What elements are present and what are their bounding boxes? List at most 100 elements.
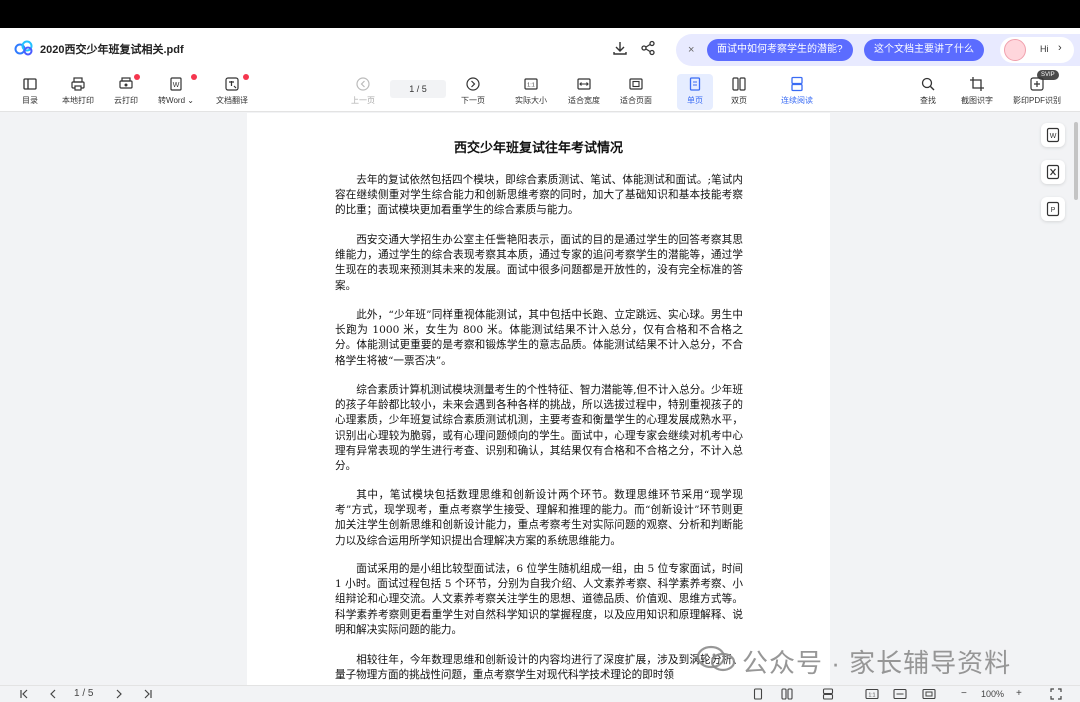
- word-icon: W: [1046, 127, 1060, 143]
- ocr-pdf-label: 影印PDF识别: [1013, 96, 1061, 105]
- continuous-reading-icon: [822, 688, 834, 700]
- wechat-logo-icon: [696, 645, 736, 672]
- side-excel-button[interactable]: [1041, 160, 1065, 184]
- bottom-fit-width-button[interactable]: [893, 688, 907, 700]
- fit-width-icon: [577, 78, 591, 90]
- single-page-button[interactable]: 单页: [677, 74, 713, 110]
- ai-suggestion-chip-1[interactable]: 面试中如何考察学生的潜能?: [707, 39, 853, 61]
- next-page-icon: [466, 77, 480, 91]
- last-page-icon: [144, 689, 152, 699]
- side-ppt-button[interactable]: P: [1041, 197, 1065, 221]
- bottom-single-page-button[interactable]: [752, 688, 764, 700]
- next-page-small-button[interactable]: [113, 688, 125, 700]
- cloud-print-button[interactable]: 云打印: [108, 74, 144, 110]
- zoom-out-button[interactable]: −: [961, 688, 967, 700]
- screenshot-crop-icon: [970, 77, 984, 91]
- document-page: 西交少年班复试往年考试情况 去年的复试依然包括四个模块，即综合素质测试、笔试、体…: [247, 113, 830, 685]
- ai-bar-close-button[interactable]: ×: [688, 43, 694, 57]
- double-page-label: 双页: [731, 96, 747, 105]
- ai-suggestion-chip-2[interactable]: 这个文档主要讲了什么: [864, 39, 984, 61]
- bottom-actual-size-button[interactable]: 1:1: [865, 688, 879, 700]
- catalog-icon: [23, 78, 37, 90]
- paragraph: 去年的复试依然包括四个模块，即综合素质测试、笔试、体能测试和面试。;笔试内容在继…: [335, 174, 743, 217]
- chevron-left-icon: [50, 689, 56, 699]
- main-toolbar: 目录 本地打印 云打印 W 转Word ⌄ 文档翻译 上一页 1 / 5 下一页…: [0, 70, 1080, 112]
- fit-width-button[interactable]: 适合宽度: [562, 74, 606, 110]
- new-feature-dot: [134, 74, 140, 80]
- fit-width-icon: [893, 688, 907, 700]
- prev-page-icon: [356, 77, 370, 91]
- bottom-fit-page-button[interactable]: [922, 688, 936, 700]
- printer-icon: [71, 77, 85, 91]
- zoom-level[interactable]: 100%: [981, 688, 1004, 700]
- local-print-label: 本地打印: [62, 96, 94, 105]
- vertical-scrollbar[interactable]: [1074, 122, 1078, 200]
- continuous-reading-button[interactable]: 连续阅读: [775, 74, 819, 110]
- svg-text:W: W: [173, 82, 180, 89]
- bottom-double-page-button[interactable]: [781, 688, 793, 700]
- next-page-label: 下一页: [461, 96, 485, 105]
- fit-page-icon: [922, 688, 936, 700]
- new-feature-dot: [243, 74, 249, 80]
- screenshot-ocr-button[interactable]: 截图识字: [955, 74, 999, 110]
- find-button[interactable]: 查找: [912, 74, 944, 110]
- paragraph: 综合素质计算机测试模块测量考生的个性特征、智力潜能等,但不计入总分。少年班的孩子…: [335, 384, 743, 473]
- cloud-print-icon: [119, 77, 133, 89]
- bottom-page-indicator[interactable]: 1 / 5: [74, 688, 93, 700]
- single-page-icon: [689, 77, 701, 91]
- fit-page-button[interactable]: 适合页面: [614, 74, 658, 110]
- svg-text:1:1: 1:1: [527, 83, 535, 89]
- fullscreen-button[interactable]: [1050, 688, 1062, 700]
- local-print-button[interactable]: 本地打印: [56, 74, 100, 110]
- double-page-button[interactable]: 双页: [721, 74, 757, 110]
- side-word-button[interactable]: W: [1041, 123, 1065, 147]
- svg-text:W: W: [1050, 133, 1057, 140]
- ocr-scan-icon: [1030, 77, 1044, 91]
- actual-size-icon: 1:1: [865, 688, 879, 700]
- double-page-icon: [781, 688, 793, 700]
- find-label: 查找: [920, 96, 936, 105]
- first-page-button[interactable]: [18, 688, 30, 700]
- fit-width-label: 适合宽度: [568, 96, 600, 105]
- doc-translate-button[interactable]: 文档翻译: [210, 74, 254, 110]
- fullscreen-icon: [1050, 688, 1062, 700]
- bottom-status-bar: 1 / 5 1:1 − 100% +: [0, 685, 1080, 702]
- search-icon: [921, 77, 935, 91]
- page-number-input[interactable]: 1 / 5: [390, 80, 446, 98]
- catalog-button[interactable]: 目录: [12, 74, 48, 110]
- prev-page-button[interactable]: 上一页: [344, 74, 382, 110]
- paragraph: 相较往年，今年数理思维和创新设计的内容均进行了深度扩展，涉及到涡轮分析、量子物理…: [335, 654, 743, 682]
- actual-size-icon: 1:1: [524, 78, 538, 90]
- ppt-icon: P: [1046, 201, 1060, 217]
- ai-assistant-bar: × 面试中如何考察学生的潜能? 这个文档主要讲了什么 Hi ›: [676, 34, 1080, 66]
- actual-size-button[interactable]: 1:1 实际大小: [509, 74, 553, 110]
- new-feature-dot: [191, 74, 197, 80]
- document-title: 2020西交少年班复试相关.pdf: [40, 44, 184, 56]
- bottom-continuous-button[interactable]: [822, 688, 834, 700]
- chevron-right-icon: ›: [1058, 42, 1062, 54]
- ai-assistant-button[interactable]: Hi ›: [1000, 37, 1074, 63]
- paragraph: 此外，“少年班”同样重视体能测试，其中包括中长跑、立定跳远、实心球。男生中长跑为…: [335, 309, 743, 367]
- single-page-icon: [753, 688, 763, 700]
- screenshot-ocr-label: 截图识字: [961, 96, 993, 105]
- watermark-text: 公众号 · 家长辅导资料: [742, 648, 1012, 678]
- next-page-button[interactable]: 下一页: [454, 74, 492, 110]
- chevron-right-icon: [116, 689, 122, 699]
- last-page-button[interactable]: [142, 688, 154, 700]
- paragraph: 其中，笔试模块包括数理思维和创新设计两个环节。数理思维环节采用“现学现考”方式，…: [335, 489, 743, 547]
- share-icon[interactable]: [639, 39, 657, 57]
- excel-icon: [1046, 164, 1060, 180]
- actual-size-label: 实际大小: [515, 96, 547, 105]
- zoom-in-button[interactable]: +: [1016, 688, 1022, 700]
- prev-page-label: 上一页: [351, 96, 375, 105]
- baidu-netdisk-logo-icon: [14, 40, 33, 56]
- fit-page-icon: [629, 78, 643, 90]
- assistant-avatar-icon: [1004, 39, 1026, 61]
- paragraph: 面试采用的是小组比较型面试法，6 位学生随机组成一组，由 5 位专家面试，时间 …: [335, 563, 743, 636]
- prev-page-small-button[interactable]: [47, 688, 59, 700]
- double-page-icon: [732, 77, 746, 91]
- download-icon[interactable]: [611, 39, 629, 57]
- continuous-reading-icon: [791, 76, 803, 92]
- ocr-pdf-button[interactable]: 影印PDF识别: [1009, 74, 1065, 110]
- to-word-button[interactable]: W 转Word ⌄: [153, 74, 199, 110]
